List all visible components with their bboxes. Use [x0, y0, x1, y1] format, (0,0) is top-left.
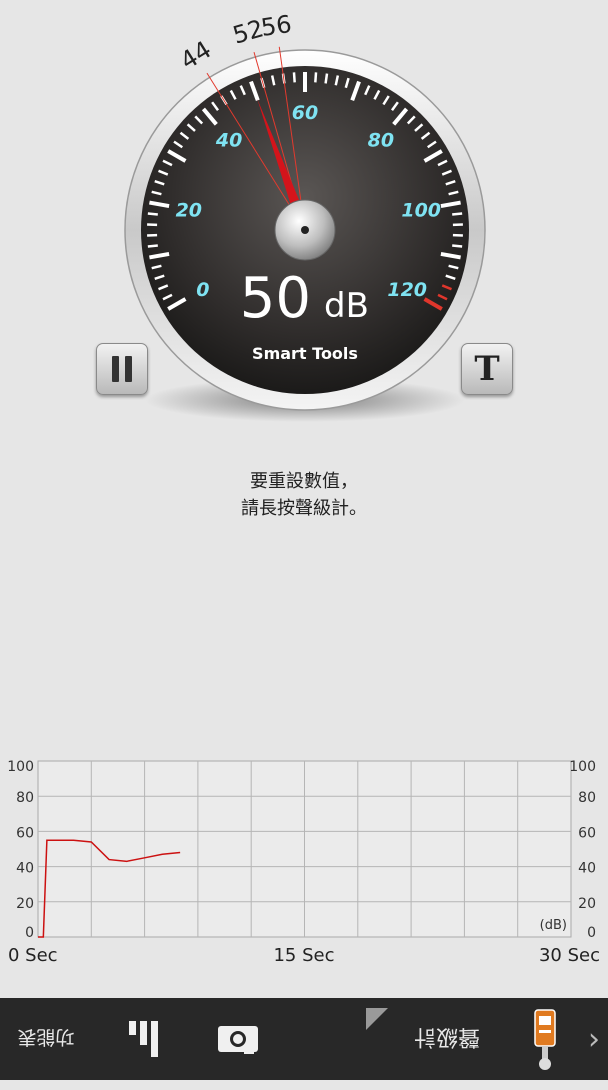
gauge-scale-label: 20 — [176, 200, 202, 222]
function-menu-label: 功能表 — [18, 1026, 75, 1053]
chart-y-tick-label: 60 — [16, 825, 34, 841]
chart-y-labels-right: 0 20 40 60 80 100 — [569, 759, 596, 941]
history-chart: 0 20 40 60 80 100 0 20 40 60 80 100 0 Sec 15 Sec 30 … — [0, 755, 608, 975]
tool-bars-button[interactable] — [110, 998, 180, 1080]
chart-y-tick-label: 0 — [25, 925, 34, 941]
gauge-tick — [315, 72, 316, 82]
gauge-tick — [148, 245, 158, 246]
sound-meter-tab[interactable]: 聲級計 — [392, 998, 502, 1080]
chart-y-tick-label: 20 — [16, 896, 34, 912]
gauge-tick — [452, 245, 462, 246]
chart-y-tick-label: 100 — [569, 759, 596, 775]
chart-y-tick-label: 100 — [7, 759, 34, 775]
corner-indicator — [362, 998, 392, 1090]
gauge-reading-unit: dB — [324, 286, 369, 326]
gauge-tick — [294, 72, 295, 82]
chart-y-tick-label: 60 — [578, 825, 596, 841]
gauge-hub-center — [301, 226, 309, 234]
sound-meter-gauge[interactable]: 020406080100120 445256 50 dB Smart Tools — [0, 0, 608, 440]
chart-y-tick-label: 0 — [587, 925, 596, 941]
gauge-tick — [326, 74, 327, 84]
sound-meter-app-button[interactable] — [520, 998, 570, 1080]
gauge-scale-label: 80 — [368, 130, 394, 152]
function-menu-button[interactable]: 功能表 — [0, 998, 92, 1080]
bars-icon — [125, 1019, 165, 1059]
bottom-toolbar: 功能表 聲級計 › — [0, 998, 608, 1080]
camera-button[interactable] — [200, 998, 275, 1080]
reset-hint-line1: 要重設數值， — [0, 468, 608, 495]
gauge-reading-value: 50 — [240, 266, 311, 331]
chart-x-tick-label: 0 Sec — [8, 945, 58, 966]
sound-meter-icon — [530, 1006, 560, 1072]
reset-hint: 要重設數值， 請長按聲級計。 — [0, 468, 608, 522]
sound-meter-label: 聲級計 — [414, 1023, 480, 1055]
gauge-brand: Smart Tools — [252, 344, 358, 363]
gauge-tick — [148, 213, 158, 214]
pause-icon — [109, 356, 135, 382]
text-mode-button[interactable]: T — [461, 343, 513, 395]
chart-y-tick-label: 20 — [578, 896, 596, 912]
chart-unit-label: (dB) — [540, 918, 567, 933]
gauge-tick — [452, 213, 462, 214]
next-chevron-icon[interactable]: › — [580, 998, 608, 1080]
gauge-scale-label: 60 — [292, 102, 318, 124]
gauge-scale-label: 40 — [215, 130, 242, 152]
corner-triangle-icon — [366, 1008, 388, 1030]
chart-y-tick-label: 80 — [16, 790, 34, 806]
peak-marker-label: 44 — [175, 35, 216, 75]
gauge-scale-label: 100 — [401, 200, 441, 222]
chart-y-labels-left: 0 20 40 60 80 100 — [7, 759, 34, 941]
pause-button[interactable] — [96, 343, 148, 395]
camera-icon — [216, 1022, 260, 1056]
chart-x-labels: 0 Sec 15 Sec 30 Sec — [8, 945, 600, 966]
gauge-scale-label: 0 — [196, 279, 209, 301]
reset-hint-line2: 請長按聲級計。 — [0, 495, 608, 522]
chart-y-tick-label: 80 — [578, 790, 596, 806]
gauge-scale-label: 120 — [387, 279, 427, 301]
peak-marker-label: 56 — [259, 10, 293, 42]
chart-x-tick-label: 30 Sec — [539, 945, 600, 966]
chart-y-tick-label: 40 — [578, 861, 596, 877]
chart-x-tick-label: 15 Sec — [273, 945, 334, 966]
chart-y-tick-label: 40 — [16, 861, 34, 877]
